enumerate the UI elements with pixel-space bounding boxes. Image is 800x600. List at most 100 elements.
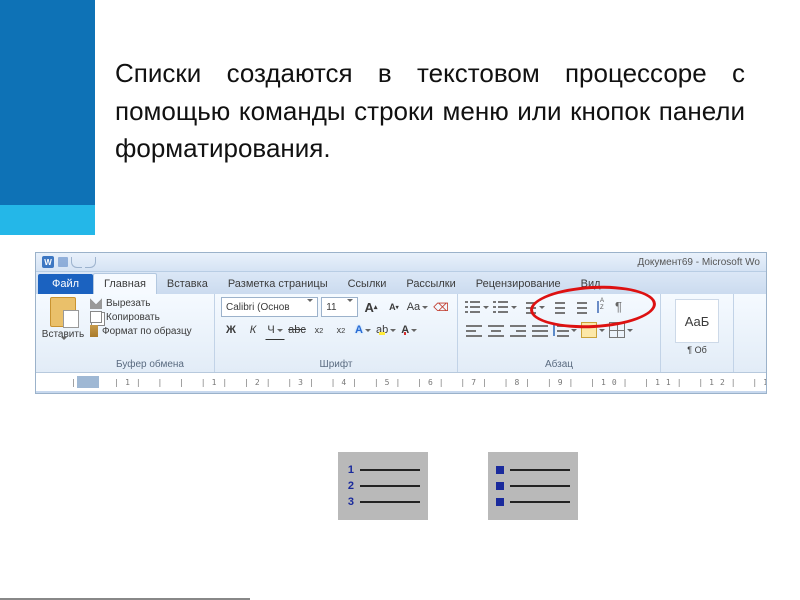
list-line xyxy=(510,469,570,471)
cut-label: Вырезать xyxy=(106,298,150,309)
align-right-button[interactable] xyxy=(508,320,528,340)
list-line xyxy=(360,501,420,503)
qat-undo-icon[interactable] xyxy=(71,257,82,268)
shading-button[interactable] xyxy=(580,320,606,340)
increase-indent-icon xyxy=(572,299,588,315)
ribbon-tabs: Файл Главная Вставка Разметка страницы С… xyxy=(36,272,766,294)
bullet-list-icon xyxy=(465,299,481,315)
align-left-icon xyxy=(466,322,482,338)
change-case-button[interactable]: Aa xyxy=(407,297,428,317)
increase-indent-button[interactable] xyxy=(570,297,590,317)
cut-button[interactable]: Вырезать xyxy=(90,297,210,309)
list-number: 2 xyxy=(346,480,354,492)
qat-save-icon[interactable] xyxy=(58,257,68,267)
numbered-list-button[interactable] xyxy=(492,297,518,317)
format-painter-icon xyxy=(90,325,98,337)
list-line xyxy=(510,501,570,503)
paste-icon xyxy=(50,297,76,327)
grow-font-button[interactable]: A▴ xyxy=(361,297,381,317)
font-size-value: 11 xyxy=(326,302,336,313)
sort-icon xyxy=(594,299,610,315)
underline-button[interactable]: Ч xyxy=(265,320,285,340)
paste-button[interactable]: Вставить xyxy=(40,297,86,372)
tab-review[interactable]: Рецензирование xyxy=(466,274,571,294)
multilevel-list-button[interactable] xyxy=(520,297,546,317)
format-painter-label: Формат по образцу xyxy=(102,326,192,337)
group-styles: АаБ ¶ Об xyxy=(661,294,734,372)
title-bar: W Документ69 - Microsoft Wo xyxy=(36,253,766,272)
text-effects-button[interactable]: A xyxy=(353,320,373,340)
format-painter-button[interactable]: Формат по образцу xyxy=(90,325,210,337)
list-line xyxy=(510,485,570,487)
tab-view[interactable]: Вид xyxy=(571,274,611,294)
tab-insert[interactable]: Вставка xyxy=(157,274,218,294)
line-spacing-button[interactable] xyxy=(552,320,578,340)
sort-button[interactable] xyxy=(592,297,612,317)
group-paragraph: ¶ Абзац xyxy=(458,294,661,372)
numbered-list-icon xyxy=(493,299,509,315)
align-right-icon xyxy=(510,322,526,338)
tab-mailings[interactable]: Рассылки xyxy=(396,274,465,294)
clear-formatting-button[interactable]: ⌫ xyxy=(431,297,451,317)
list-line xyxy=(360,485,420,487)
strikethrough-button[interactable]: abc xyxy=(287,320,307,340)
bold-button[interactable]: Ж xyxy=(221,320,241,340)
justify-icon xyxy=(532,322,548,338)
list-bullet xyxy=(496,466,504,474)
qat-redo-icon[interactable] xyxy=(85,257,96,268)
bullet-list-button[interactable] xyxy=(464,297,490,317)
numbered-list-sample: 1 2 3 xyxy=(338,452,428,520)
cut-icon xyxy=(90,297,102,309)
style-preview-normal[interactable]: АаБ xyxy=(675,299,719,343)
tab-home[interactable]: Главная xyxy=(93,273,157,294)
word-window: W Документ69 - Microsoft Wo Файл Главная… xyxy=(35,252,767,394)
copy-icon xyxy=(90,311,102,323)
tab-references[interactable]: Ссылки xyxy=(338,274,397,294)
font-size-combo[interactable]: 11 xyxy=(321,297,358,317)
align-center-icon xyxy=(488,322,504,338)
tab-page-layout[interactable]: Разметка страницы xyxy=(218,274,338,294)
borders-button[interactable] xyxy=(608,320,634,340)
list-number: 3 xyxy=(346,496,354,508)
group-clipboard-label: Буфер обмена xyxy=(90,359,210,372)
superscript-button[interactable]: x2 xyxy=(331,320,351,340)
shading-icon xyxy=(581,322,597,338)
group-paragraph-label: Абзац xyxy=(464,359,654,372)
slide-body-text: Списки создаются в текстовом процессоре … xyxy=(115,55,745,168)
ribbon: Вставить Вырезать Копировать Формат по о… xyxy=(36,294,766,372)
italic-button[interactable]: К xyxy=(243,320,263,340)
list-type-samples: 1 2 3 xyxy=(338,452,578,520)
justify-button[interactable] xyxy=(530,320,550,340)
side-accent-cyan xyxy=(0,205,95,235)
font-name-combo[interactable]: Calibri (Основ xyxy=(221,297,318,317)
side-accent-blue xyxy=(0,0,95,205)
word-app-icon: W xyxy=(42,256,54,268)
list-bullet xyxy=(496,498,504,506)
multilevel-list-icon xyxy=(521,299,537,315)
bulleted-list-sample xyxy=(488,452,578,520)
document-title: Документ69 - Microsoft Wo xyxy=(637,257,760,268)
highlight-button[interactable]: ab xyxy=(375,320,397,340)
align-left-button[interactable] xyxy=(464,320,484,340)
align-center-button[interactable] xyxy=(486,320,506,340)
font-name-value: Calibri (Основ xyxy=(226,302,290,313)
show-marks-button[interactable]: ¶ xyxy=(614,298,634,316)
decrease-indent-button[interactable] xyxy=(548,297,568,317)
decrease-indent-icon xyxy=(550,299,566,315)
chevron-down-icon xyxy=(305,302,313,313)
shrink-font-button[interactable]: A▾ xyxy=(384,297,404,317)
list-number: 1 xyxy=(346,464,354,476)
copy-button[interactable]: Копировать xyxy=(90,311,210,323)
borders-icon xyxy=(609,322,625,338)
paste-dropdown-icon[interactable] xyxy=(59,340,67,346)
line-spacing-icon xyxy=(553,322,569,338)
group-font: Calibri (Основ 11 A▴ A▾ Aa ⌫ Ж К Ч abc x… xyxy=(215,294,458,372)
font-color-button[interactable]: A xyxy=(399,320,419,340)
ruler[interactable]: |2| |1| | | |1| |2| |3| |4| |5| |6| |7| … xyxy=(36,372,766,391)
tab-file[interactable]: Файл xyxy=(38,274,93,294)
group-clipboard: Вставить Вырезать Копировать Формат по о… xyxy=(36,294,215,372)
list-line xyxy=(360,469,420,471)
subscript-button[interactable]: x2 xyxy=(309,320,329,340)
style-preview-caption: ¶ Об xyxy=(667,345,727,355)
chevron-down-icon xyxy=(345,302,353,313)
